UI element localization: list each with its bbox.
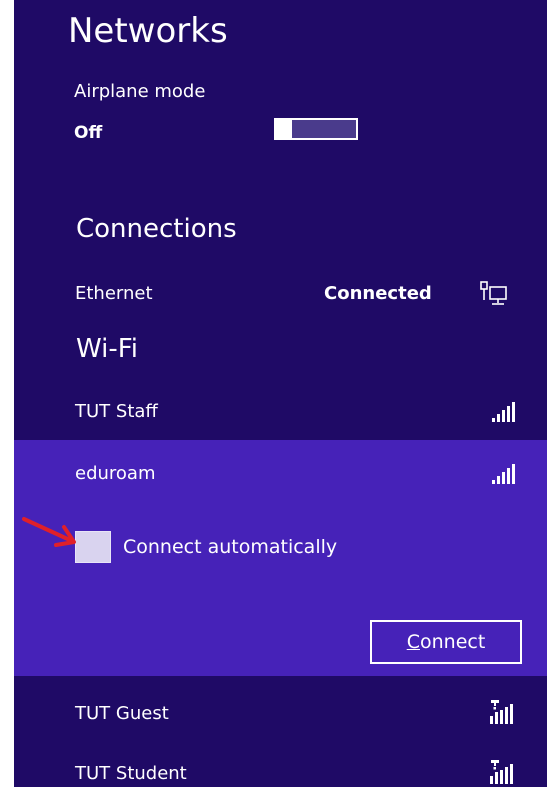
ethernet-status: Connected (324, 283, 432, 304)
ethernet-icon (480, 281, 507, 305)
airplane-mode-state: Off (74, 123, 103, 143)
airplane-mode-toggle[interactable] (274, 118, 358, 140)
network-name: TUT Staff (75, 401, 158, 422)
connect-automatically-label[interactable]: Connect automatically (123, 535, 337, 559)
ethernet-row[interactable]: Ethernet Connected (14, 272, 547, 316)
network-name: TUT Student (75, 763, 187, 784)
toggle-track (292, 122, 354, 136)
ethernet-label: Ethernet (75, 283, 153, 304)
wifi-signal-icon (492, 402, 518, 422)
annotation-arrow-icon (22, 517, 76, 547)
wifi-network-tut-staff[interactable]: TUT Staff (14, 390, 547, 434)
networks-panel: Networks Airplane mode Off Connections E… (14, 0, 547, 787)
connect-button-label: onnect (419, 631, 486, 653)
page-title: Networks (68, 11, 228, 51)
wifi-signal-icon (492, 464, 518, 484)
wifi-network-tut-student[interactable]: TUT Student (14, 752, 547, 787)
wifi-heading: Wi-Fi (76, 334, 139, 364)
airplane-mode-label: Airplane mode (74, 81, 206, 102)
connect-automatically-checkbox[interactable] (75, 531, 111, 563)
connections-heading: Connections (76, 214, 237, 244)
toggle-knob (274, 118, 292, 140)
wifi-signal-warning-icon (490, 700, 513, 724)
wifi-network-tut-guest[interactable]: TUT Guest (14, 692, 547, 736)
network-name: eduroam (75, 463, 156, 484)
connect-button[interactable]: Connect (370, 620, 522, 664)
connect-button-accesskey: C (406, 631, 420, 653)
network-name: TUT Guest (75, 703, 169, 724)
wifi-signal-warning-icon (490, 760, 513, 784)
